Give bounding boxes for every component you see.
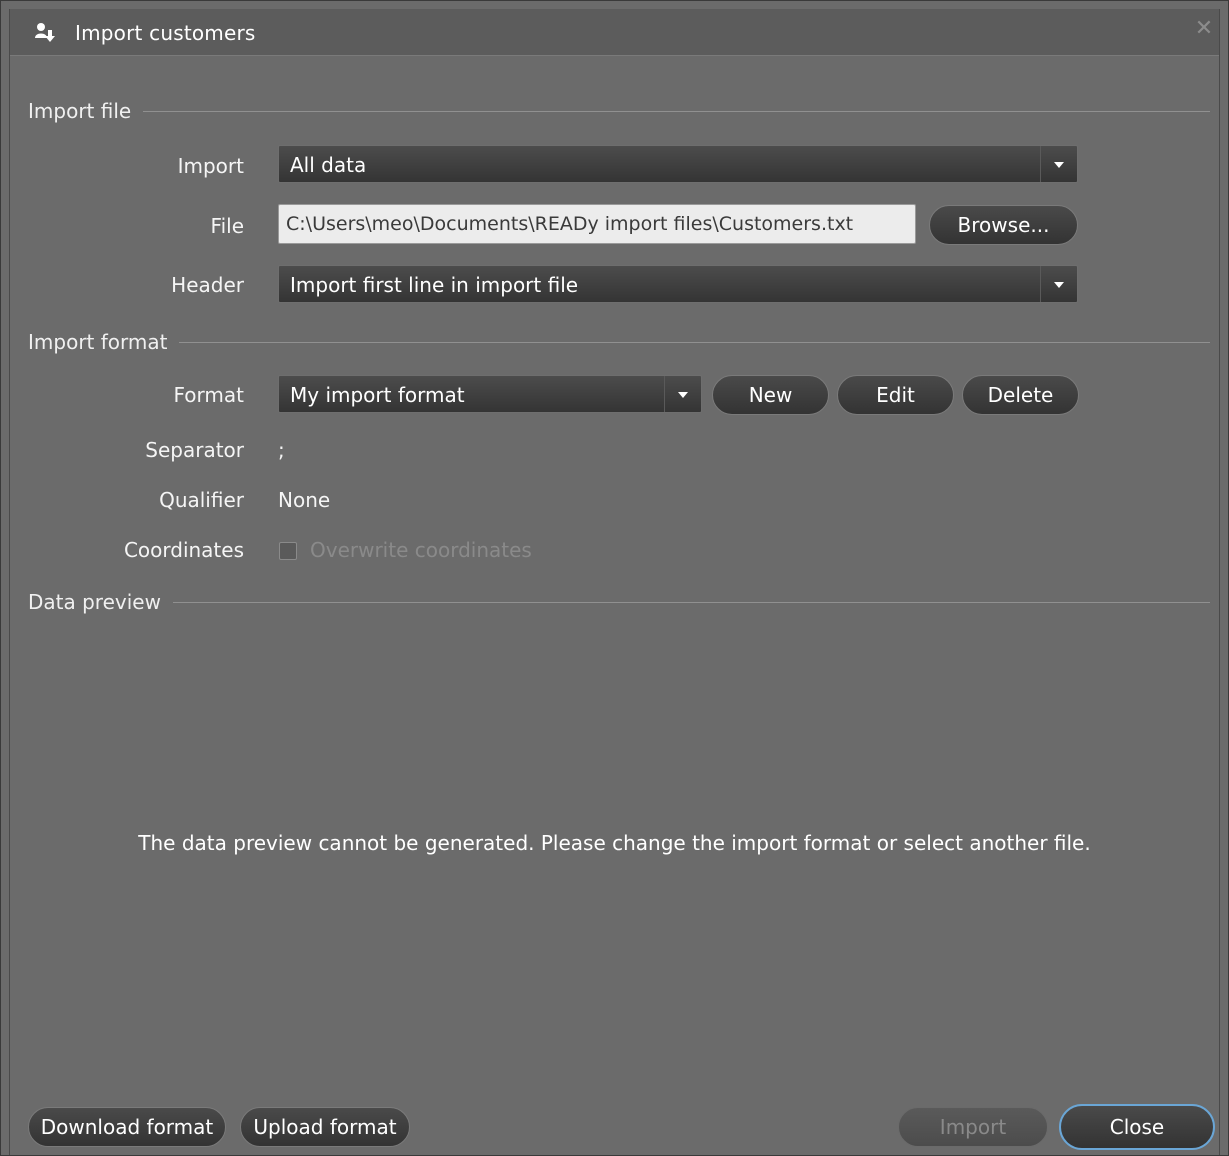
separator-label: Separator (145, 438, 244, 462)
format-label: Format (173, 383, 244, 407)
file-path-input[interactable]: C:\Users\meo\Documents\READy import file… (278, 204, 916, 244)
file-path-value: C:\Users\meo\Documents\READy import file… (286, 213, 854, 235)
import-file-section: Import file (28, 99, 1210, 123)
close-icon[interactable]: ✕ (1192, 17, 1216, 41)
chevron-down-icon[interactable] (664, 376, 701, 412)
chevron-down-icon[interactable] (1040, 266, 1077, 302)
close-button[interactable]: Close (1059, 1104, 1215, 1150)
dialog-title: Import customers (75, 21, 256, 45)
import-customers-dialog: Import customers ✕ Import file Import Al… (0, 0, 1229, 1156)
section-divider (28, 602, 1210, 603)
import-customers-icon (35, 23, 55, 42)
edit-format-button[interactable]: Edit (837, 375, 954, 415)
header-label: Header (171, 273, 244, 297)
import-button[interactable]: Import (898, 1107, 1048, 1147)
overwrite-coordinates-checkbox[interactable] (279, 542, 297, 560)
data-preview-section: Data preview (28, 590, 1210, 614)
section-title-import-format: Import format (28, 330, 180, 354)
new-format-button[interactable]: New (712, 375, 829, 415)
format-dropdown-value: My import format (290, 383, 465, 407)
delete-format-button[interactable]: Delete (962, 375, 1079, 415)
title-bar: Import customers ✕ (9, 9, 1220, 56)
import-dropdown-value: All data (290, 153, 367, 177)
import-format-section: Import format (28, 330, 1210, 354)
section-divider (28, 342, 1210, 343)
header-dropdown-value: Import first line in import file (290, 273, 579, 297)
header-dropdown[interactable]: Import first line in import file (278, 265, 1078, 303)
format-dropdown[interactable]: My import format (278, 375, 702, 413)
download-format-button[interactable]: Download format (28, 1107, 226, 1147)
qualifier-value: None (278, 488, 331, 512)
section-title-data-preview: Data preview (28, 590, 173, 614)
browse-button[interactable]: Browse... (929, 205, 1078, 245)
file-label: File (210, 214, 244, 238)
import-label: Import (177, 154, 244, 178)
separator-value: ; (278, 438, 285, 462)
section-title-import-file: Import file (28, 99, 144, 123)
import-dropdown[interactable]: All data (278, 145, 1078, 183)
upload-format-button[interactable]: Upload format (240, 1107, 410, 1147)
coordinates-label: Coordinates (123, 538, 244, 562)
preview-error-message: The data preview cannot be generated. Pl… (138, 831, 1091, 855)
section-divider (28, 111, 1210, 112)
chevron-down-icon[interactable] (1040, 146, 1077, 182)
overwrite-coordinates-label[interactable]: Overwrite coordinates (310, 538, 532, 562)
qualifier-label: Qualifier (159, 488, 244, 512)
